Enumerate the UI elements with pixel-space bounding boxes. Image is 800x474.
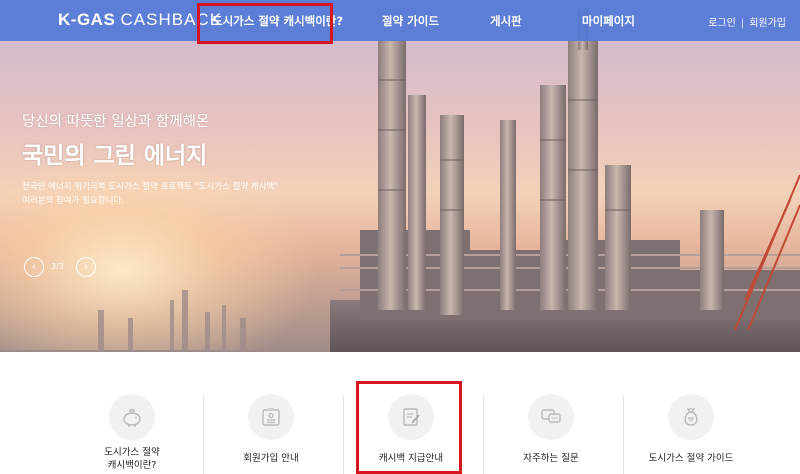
util-separator: |	[740, 18, 745, 29]
svg-text:₩: ₩	[688, 417, 694, 424]
quick-menu-label: 자주하는 질문	[523, 453, 579, 464]
slide-counter: 3/3	[51, 262, 64, 271]
slider-next-button[interactable]: ›	[76, 257, 96, 277]
quick-menu-label: 회원가입 안내	[243, 453, 299, 464]
signup-link[interactable]: 회원가입	[749, 18, 786, 29]
nav-item-saving-guide[interactable]: 절약 가이드	[382, 13, 439, 29]
money-bag-icon: ₩	[668, 394, 714, 440]
user-utility-links: 로그인 | 회원가입	[708, 14, 786, 29]
slider-prev-button[interactable]: ‹	[24, 257, 44, 277]
hero-desc-line2: 여러분의 참여가 필요합니다.	[22, 196, 124, 206]
top-navbar: K-GAS CASHBACK 도시가스 절약 캐시백이란? 절약 가이드 게시판…	[0, 0, 800, 41]
refinery-illustration	[98, 10, 800, 352]
highlight-box-nav	[197, 3, 333, 44]
piggy-bank-icon	[109, 394, 155, 440]
quick-menu-saving-guide[interactable]: ₩ 도시가스 절약 가이드	[621, 394, 761, 474]
nav-item-mypage[interactable]: 마이페이지	[582, 13, 635, 29]
login-link[interactable]: 로그인	[708, 18, 736, 29]
hero-description: 전국민 에너지 위기극복 도시가스 절약 프로젝트 "도시가스 절약 캐시백" …	[22, 180, 278, 208]
chat-bubbles-icon	[528, 394, 574, 440]
hero-subhead: 당신의 따뜻한 일상과 함께해온	[22, 114, 210, 130]
nav-item-board[interactable]: 게시판	[490, 13, 522, 29]
quick-menu-label: 도시가스 절약	[104, 447, 160, 458]
hero-desc-line1: 전국민 에너지 위기극복 도시가스 절약 프로젝트 "도시가스 절약 캐시백"	[22, 182, 279, 192]
quick-menu-signup-guide[interactable]: 회원가입 안내	[201, 394, 341, 474]
id-card-icon	[248, 394, 294, 440]
quick-menu-cashback-about[interactable]: 도시가스 절약 캐시백이란?	[62, 394, 202, 474]
quick-menu-faq[interactable]: 자주하는 질문	[481, 394, 621, 474]
highlight-box-quick-menu	[356, 381, 462, 474]
quick-menu-label: 도시가스 절약 가이드	[648, 453, 734, 464]
hero-headline: 국민의 그린 에너지	[22, 143, 208, 169]
hero-banner	[0, 0, 800, 352]
quick-menu-label-line2: 캐시백이란?	[107, 460, 157, 471]
